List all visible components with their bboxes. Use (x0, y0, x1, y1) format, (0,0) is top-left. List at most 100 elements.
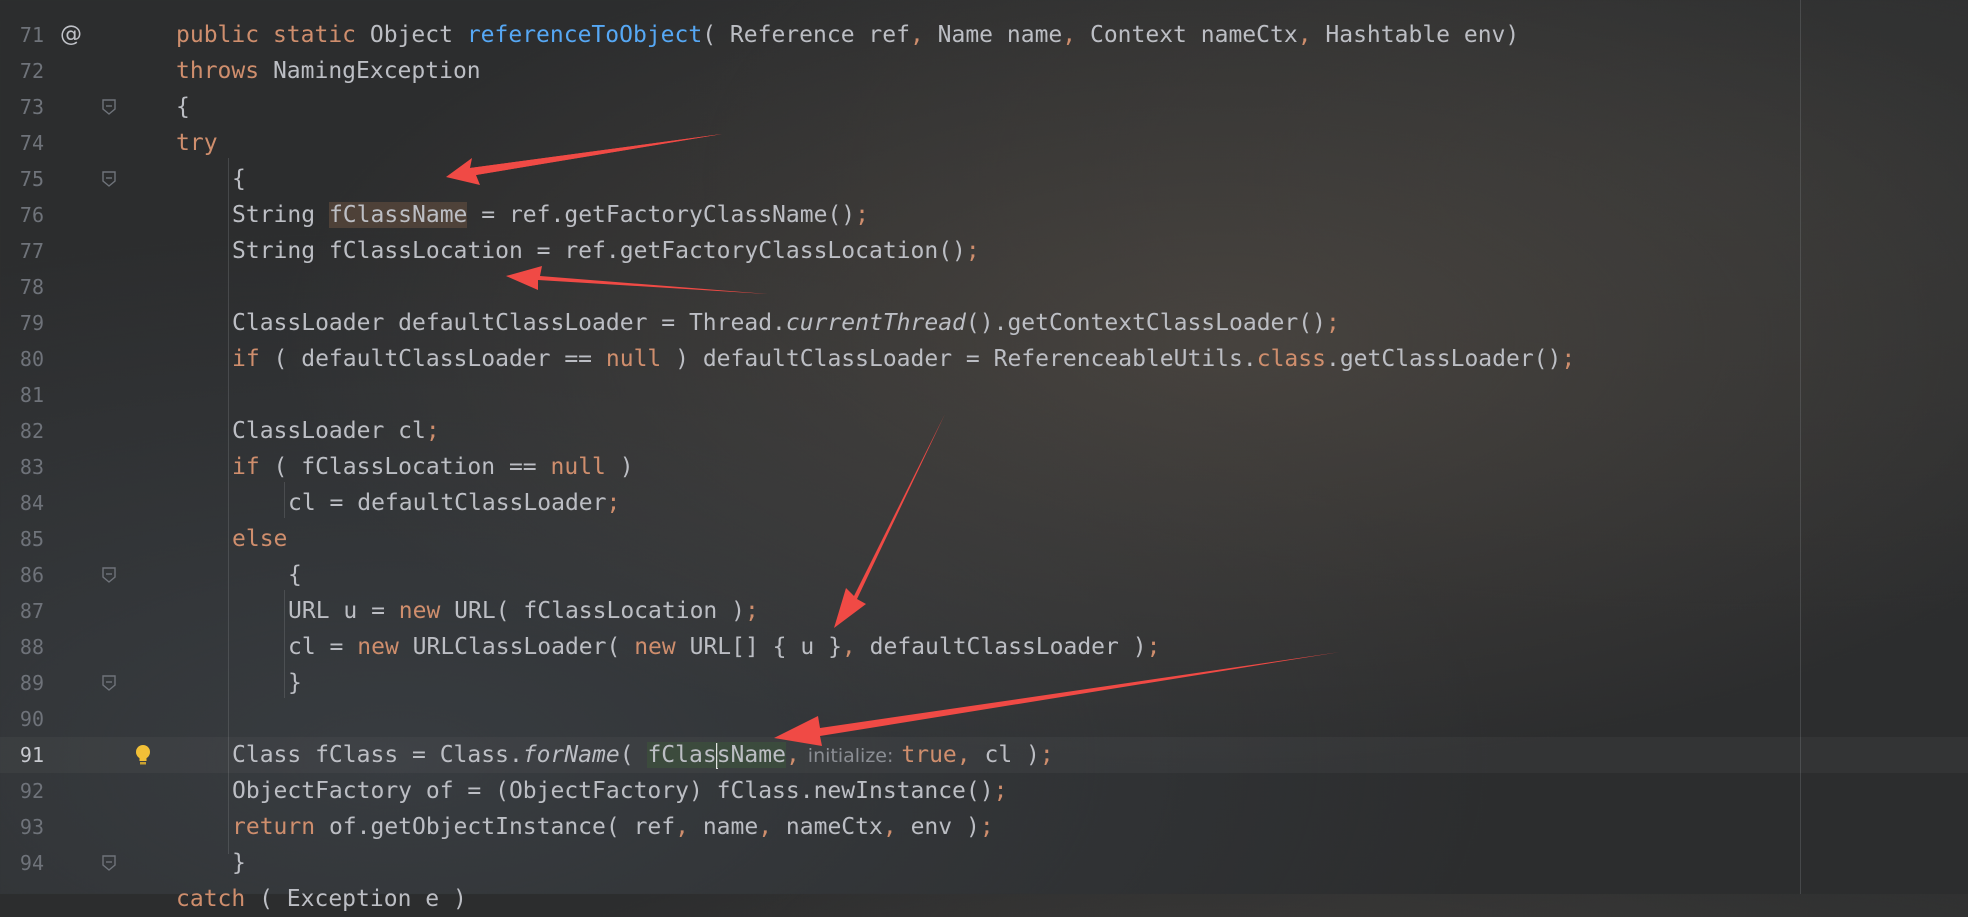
code-token: , (841, 634, 870, 660)
code-line[interactable]: 92 ObjectFactory of = (ObjectFactory) fCl… (0, 773, 1968, 809)
fold-toggle-icon[interactable] (102, 675, 116, 691)
code-editor[interactable]: 71 @ public static Object referenceToObjec… (0, 0, 1968, 912)
code-token: try (176, 130, 218, 156)
code-text: else (232, 521, 287, 557)
code-token: ( Exception e ) (259, 886, 467, 912)
code-token: ; (606, 490, 621, 516)
code-token: } (232, 850, 246, 876)
code-token: cl = defaultClassLoader (288, 490, 607, 516)
code-line[interactable]: 82 ClassLoader cl; (0, 413, 1968, 449)
code-token: { (288, 562, 302, 588)
code-token: ObjectFactory of = (ObjectFactory) fClas… (232, 778, 994, 804)
code-text: Class fClass = Class.forName( fClassName… (232, 737, 1054, 774)
code-token: , (909, 22, 938, 48)
code-token: new (357, 634, 413, 660)
code-token: env ) (910, 814, 980, 840)
code-line[interactable]: 89} (0, 665, 1968, 701)
code-line[interactable]: 73 { (0, 89, 1968, 125)
code-token: , (1062, 22, 1090, 48)
code-token: public (176, 22, 273, 48)
code-line[interactable]: 87 URL u = new URL( fClassLocation ); (0, 593, 1968, 629)
line-number: 75 (19, 167, 44, 191)
line-number: 91 (19, 743, 44, 767)
code-token: , (956, 742, 985, 768)
code-line[interactable]: 77 String fClassLocation = ref.getFactory… (0, 233, 1968, 269)
code-token: ) defaultClassLoader = ReferenceableUtil… (661, 346, 1257, 372)
line-number: 72 (19, 59, 44, 83)
code-line[interactable]: 76 String fClassName = ref.getFactoryClas… (0, 197, 1968, 233)
code-line[interactable]: 72 throws NamingException (0, 53, 1968, 89)
code-line[interactable]: 83 if ( fClassLocation == null ) (0, 449, 1968, 485)
code-token: ( defaultClassLoader == (273, 346, 606, 372)
code-token: if (232, 454, 274, 480)
code-token: URL u = (288, 598, 399, 624)
code-token: of.getObjectInstance( ref (328, 814, 676, 840)
line-number: 83 (19, 455, 44, 479)
line-number: 88 (19, 635, 44, 659)
code-token: class (1256, 346, 1326, 372)
code-text: } (232, 845, 246, 881)
code-line[interactable]: 79 ClassLoader defaultClassLoader = Threa… (0, 305, 1968, 341)
code-token: ; (1039, 742, 1054, 768)
code-line[interactable]: 91 Class fClass = Class.forName( fClassNa… (0, 737, 1968, 773)
code-token: ().getContextClassLoader() (965, 310, 1326, 336)
code-line[interactable]: 94} (0, 845, 1968, 881)
code-text: String fClassName = ref.getFactoryClassN… (232, 197, 869, 233)
code-token: Class fClass = Class. (232, 742, 523, 768)
code-line[interactable]: 75 { (0, 161, 1968, 197)
code-line[interactable]: 80 if ( defaultClassLoader == null ) defa… (0, 341, 1968, 377)
code-line[interactable]: 85 else (0, 521, 1968, 557)
code-token: fClas (647, 742, 717, 768)
code-line[interactable]: 93 return of.getObjectInstance( ref, name… (0, 809, 1968, 845)
code-token: else (232, 526, 288, 552)
code-text: cl = new URLClassLoader( new URL[] { u }… (288, 629, 1160, 665)
code-text: public static Object referenceToObject( … (176, 17, 1519, 53)
code-text: ClassLoader defaultClassLoader = Thread.… (232, 305, 1340, 341)
code-token: ; (744, 598, 759, 624)
code-line[interactable]: 71 @ public static Object referenceToObjec… (0, 17, 1968, 53)
code-line[interactable]: 74 try (0, 125, 1968, 161)
code-token: .getClassLoader() (1325, 346, 1562, 372)
fold-toggle-icon[interactable] (102, 855, 116, 871)
line-number: 93 (19, 815, 44, 839)
line-number: 84 (19, 491, 44, 515)
lightbulb-icon[interactable] (132, 743, 154, 767)
code-line[interactable]: 90 (0, 701, 1968, 737)
line-number: 80 (19, 347, 44, 371)
code-line[interactable]: 86 { (0, 557, 1968, 593)
code-token: ( fClassLocation == (273, 454, 551, 480)
code-token: ( (619, 742, 648, 768)
line-number: 73 (19, 95, 44, 119)
override-marker-icon[interactable]: @ (60, 23, 82, 47)
fold-toggle-icon[interactable] (102, 99, 116, 115)
fold-toggle-icon[interactable] (102, 171, 116, 187)
code-token: { (176, 94, 190, 120)
line-number: 79 (19, 311, 44, 335)
line-number: 87 (19, 599, 44, 623)
code-line[interactable]: 84 cl = defaultClassLoader; (0, 485, 1968, 521)
code-line[interactable]: 81 (0, 377, 1968, 413)
code-token: Context nameCtx (1089, 22, 1298, 48)
code-line-partial[interactable]: catch ( Exception e ) (0, 881, 1968, 917)
code-token: new (634, 634, 690, 660)
line-number: 90 (19, 707, 44, 731)
code-token: ) (605, 454, 634, 480)
code-text: } (288, 665, 302, 701)
code-token: ; (1325, 310, 1340, 336)
code-text: if ( fClassLocation == null ) (232, 449, 634, 485)
code-text: ObjectFactory of = (ObjectFactory) fClas… (232, 773, 1007, 809)
code-text: String fClassLocation = ref.getFactoryCl… (232, 233, 980, 269)
code-token: String fClassLocation = ref.getFactoryCl… (232, 238, 966, 264)
code-token: currentThread (785, 310, 966, 336)
code-token: ; (993, 778, 1008, 804)
line-number: 85 (19, 527, 44, 551)
code-text: { (176, 89, 190, 125)
code-token: , (882, 814, 911, 840)
code-token: Object (369, 22, 467, 48)
code-line[interactable]: 78 (0, 269, 1968, 305)
code-token: cl ) (984, 742, 1040, 768)
code-line[interactable]: 88 cl = new URLClassLoader( new URL[] { u… (0, 629, 1968, 665)
parameter-hint: initialize: (807, 745, 894, 767)
code-token: defaultClassLoader ) (869, 634, 1147, 660)
fold-toggle-icon[interactable] (102, 567, 116, 583)
